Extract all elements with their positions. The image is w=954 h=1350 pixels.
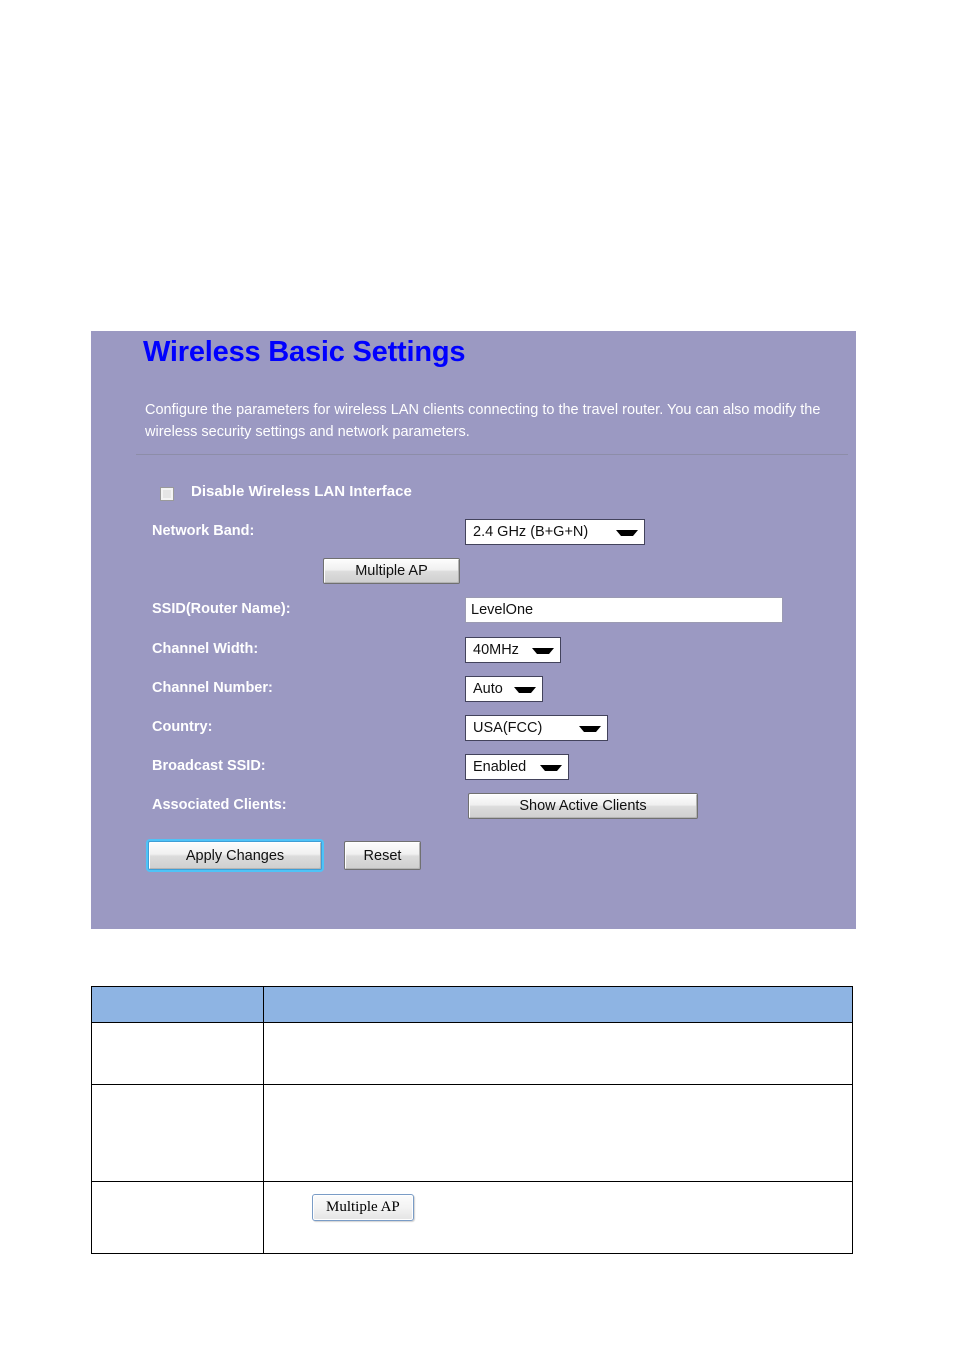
associated-clients-row: Associated Clients: Show Active Clients [91,793,856,841]
ssid-input[interactable]: LevelOne [465,597,783,623]
country-row: Country: USA(FCC) [91,715,856,754]
channel-width-row: Channel Width: 40MHz [91,637,856,676]
chevron-down-icon [616,530,638,536]
network-band-label: Network Band: [152,523,255,539]
channel-width-value: 40MHz [473,642,519,658]
channel-number-row: Channel Number: Auto [91,676,856,715]
disable-wireless-lan-label: Disable Wireless LAN Interface [191,483,412,500]
network-band-value: 2.4 GHz (B+G+N) [473,524,589,540]
form-actions: Apply Changes Reset [91,841,856,881]
network-band-row: Network Band: 2.4 GHz (B+G+N) [91,519,856,558]
chevron-down-icon [514,687,536,693]
associated-clients-label: Associated Clients: [152,797,287,813]
country-label: Country: [152,719,213,735]
table-row: Multiple AP [91,1181,853,1254]
channel-width-label: Channel Width: [152,641,259,657]
wireless-basic-settings-panel: Wireless Basic Settings Configure the pa… [91,331,856,929]
multiple-ap-button-illustration[interactable]: Multiple AP [312,1194,414,1221]
table-header-row [91,986,853,1023]
table-header-cell-a [91,986,264,1023]
channel-width-select[interactable]: 40MHz [465,637,561,663]
divider [136,454,848,455]
table-row [91,1084,853,1182]
multiple-ap-row: Multiple AP [91,558,856,597]
chevron-down-icon [532,648,554,654]
panel-description: Configure the parameters for wireless LA… [145,402,821,440]
table-cell-label [91,1084,264,1182]
channel-number-label: Channel Number: [152,680,273,696]
page-title: Wireless Basic Settings [143,336,466,368]
table-cell-label [91,1022,264,1085]
settings-description-table: Multiple AP [91,986,853,1254]
disable-wlan-row: Disable Wireless LAN Interface [91,481,856,519]
ssid-row: SSID(Router Name): LevelOne [91,597,856,637]
ssid-label: SSID(Router Name): [152,601,291,617]
chevron-down-icon [579,726,601,732]
broadcast-ssid-label: Broadcast SSID: [152,758,266,774]
settings-form: Disable Wireless LAN Interface Network B… [91,481,856,881]
table-cell-description: Multiple AP [263,1181,853,1254]
reset-button[interactable]: Reset [344,841,421,870]
broadcast-ssid-select[interactable]: Enabled [465,754,569,780]
table-cell-label [91,1181,264,1254]
country-select[interactable]: USA(FCC) [465,715,608,741]
chevron-down-icon [540,765,562,771]
channel-number-value: Auto [473,681,503,697]
country-value: USA(FCC) [473,720,543,736]
show-active-clients-button[interactable]: Show Active Clients [468,793,698,819]
channel-number-select[interactable]: Auto [465,676,543,702]
table-header-cell-b [263,986,853,1023]
table-cell-description [263,1084,853,1182]
multiple-ap-button[interactable]: Multiple AP [323,558,460,584]
table-row [91,1022,853,1085]
broadcast-ssid-value: Enabled [473,759,527,775]
apply-changes-button[interactable]: Apply Changes [148,841,322,870]
broadcast-ssid-row: Broadcast SSID: Enabled [91,754,856,793]
table-cell-description [263,1022,853,1085]
disable-wireless-lan-checkbox[interactable] [160,487,174,501]
network-band-select[interactable]: 2.4 GHz (B+G+N) [465,519,645,545]
